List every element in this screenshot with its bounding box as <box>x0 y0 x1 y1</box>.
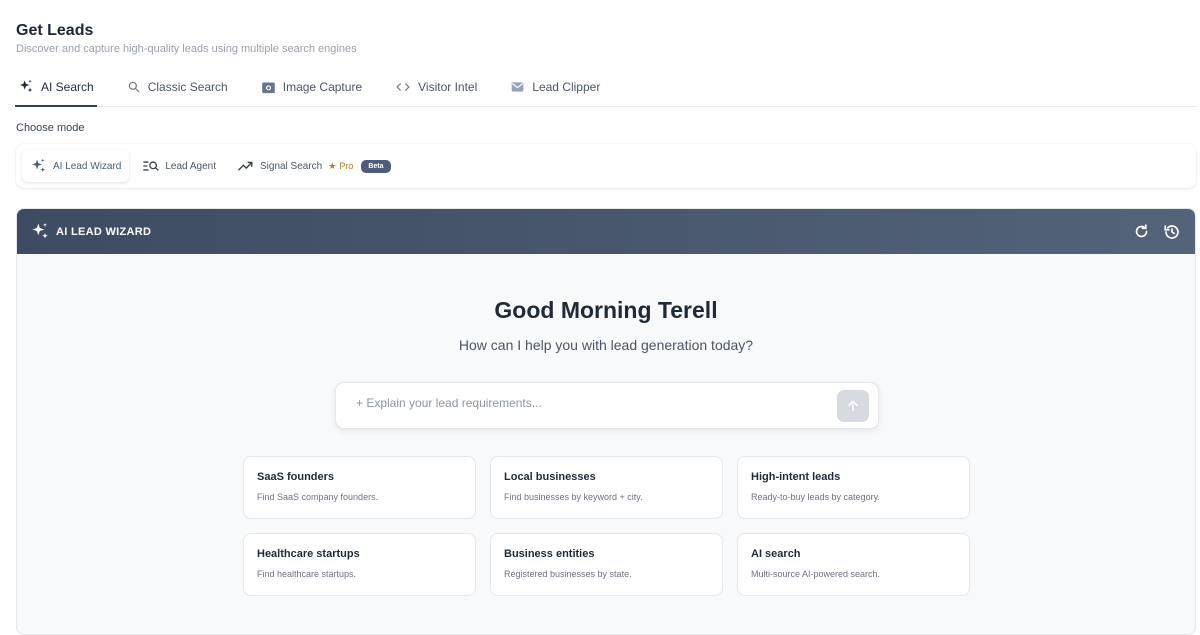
tab-label: Image Capture <box>282 80 363 94</box>
suggestion-card-saas-founders[interactable]: SaaS founders Find SaaS company founders… <box>243 456 476 519</box>
wizard-title: AI LEAD WIZARD <box>56 225 152 238</box>
code-icon <box>396 83 410 91</box>
greeting-subtitle: How can I help you with lead generation … <box>458 337 754 353</box>
trending-up-icon <box>237 161 253 171</box>
sparkle-icon <box>20 79 33 93</box>
prompt-box <box>335 382 879 429</box>
greeting-heading: Good Morning Terell <box>494 297 718 323</box>
camera-icon <box>261 82 275 93</box>
page-title: Get Leads <box>16 22 94 39</box>
suggestion-card-high-intent-leads[interactable]: High-intent leads Ready-to-buy leads by … <box>737 456 970 519</box>
mail-icon <box>511 82 524 92</box>
tab-ai-search[interactable]: AI Search <box>15 68 97 107</box>
tab-label: Visitor Intel <box>418 80 478 94</box>
mode-ai-lead-wizard[interactable]: AI Lead Wizard <box>22 150 130 182</box>
tab-image-capture[interactable]: Image Capture <box>258 68 365 106</box>
tab-label: AI Search <box>41 80 94 94</box>
send-button[interactable] <box>837 390 869 422</box>
pro-badge: ★ Pro <box>328 161 353 172</box>
tab-label: Classic Search <box>147 80 228 94</box>
choose-mode-label: Choose mode <box>16 122 85 134</box>
suggestion-card-healthcare-startups[interactable]: Healthcare startups Find healthcare star… <box>243 533 476 596</box>
lead-requirements-input[interactable] <box>356 396 826 410</box>
card-description: Registered businesses by state. <box>504 569 632 579</box>
mode-selector: AI Lead Wizard Lead Agent Signal Search … <box>16 144 1196 188</box>
mode-lead-agent[interactable]: Lead Agent <box>134 150 224 182</box>
card-title: High-intent leads <box>751 471 841 483</box>
card-description: Find healthcare startups. <box>257 569 357 579</box>
pro-label: Pro <box>339 161 354 171</box>
mode-label: Signal Search <box>259 160 323 172</box>
beta-badge: Beta <box>361 159 391 173</box>
mode-label: Lead Agent <box>165 160 216 172</box>
tab-label: Lead Clipper <box>532 80 601 94</box>
mode-label: AI Lead Wizard <box>53 160 122 172</box>
wizard-header: AI LEAD WIZARD <box>17 209 1195 254</box>
card-description: Multi-source AI-powered search. <box>751 569 881 579</box>
suggestion-card-business-entities[interactable]: Business entities Registered businesses … <box>490 533 723 596</box>
arrow-up-icon <box>848 400 858 412</box>
history-icon[interactable] <box>1163 223 1181 241</box>
sparkle-icon <box>32 222 48 239</box>
card-title: Healthcare startups <box>257 548 360 560</box>
ai-lead-wizard-panel: AI LEAD WIZARD Good Morning Terell How c… <box>16 208 1196 635</box>
card-title: Business entities <box>504 548 595 560</box>
card-description: Find SaaS company founders. <box>257 492 379 502</box>
card-description: Ready-to-buy leads by category. <box>751 492 880 502</box>
wizard-header-actions <box>1120 223 1181 241</box>
tab-visitor-intel[interactable]: Visitor Intel <box>392 68 480 106</box>
card-title: Local businesses <box>504 471 596 483</box>
tab-classic-search[interactable]: Classic Search <box>124 68 231 106</box>
mode-signal-search[interactable]: Signal Search ★ Pro Beta <box>229 150 399 182</box>
refresh-icon[interactable] <box>1133 223 1150 241</box>
search-icon <box>128 81 140 93</box>
suggestion-cards: SaaS founders Find SaaS company founders… <box>243 456 970 596</box>
page-subtitle: Discover and capture high-quality leads … <box>16 43 357 55</box>
sparkle-icon <box>32 158 46 172</box>
suggestion-card-local-businesses[interactable]: Local businesses Find businesses by keyw… <box>490 456 723 519</box>
tab-lead-clipper[interactable]: Lead Clipper <box>507 68 603 106</box>
star-icon: ★ <box>328 160 337 171</box>
card-title: AI search <box>751 548 801 560</box>
card-title: SaaS founders <box>257 471 335 483</box>
suggestion-card-ai-search[interactable]: AI search Multi-source AI-powered search… <box>737 533 970 596</box>
page-header: Get Leads Discover and capture high-qual… <box>16 20 357 55</box>
list-search-icon <box>143 161 160 172</box>
card-description: Find businesses by keyword + city. <box>504 492 643 502</box>
search-tabs: AI Search Classic Search Image Capture V… <box>15 68 1196 107</box>
